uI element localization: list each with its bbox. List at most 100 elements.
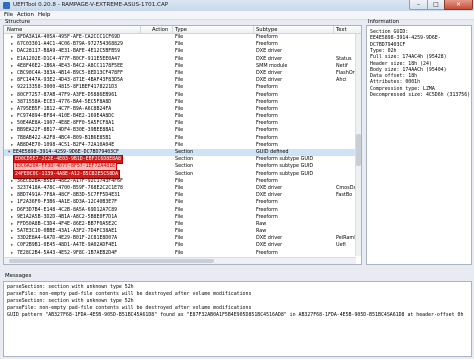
menu-help[interactable]: Help	[38, 12, 50, 18]
expand-arrow-icon[interactable]: ▸	[11, 214, 13, 221]
expand-arrow-icon[interactable]: ▸	[11, 242, 13, 249]
tree-row[interactable]: ▸24FE0C0C-1139-4A8E-A12-B5CB2E5C58DASect…	[4, 169, 361, 179]
row-type: File	[175, 34, 184, 40]
row-text: Netif	[336, 62, 348, 69]
expand-arrow-icon[interactable]: ▸	[11, 185, 13, 192]
message-line: parseFile: non-empty pad-file contents w…	[7, 305, 252, 311]
tree-row[interactable]: ▸ FC974894-BF84-410E-B4E2-169E4A8DC File Fr…	[4, 113, 361, 120]
expand-arrow-icon[interactable]: ▸	[11, 77, 13, 84]
tree-row[interactable]: ▸ 50E4AE8A-1907-4E8E-8FF0-5A5FCF8A1 File Fr…	[4, 120, 361, 127]
expand-arrow-icon[interactable]: ▸	[11, 106, 13, 113]
expand-arrow-icon[interactable]: ▾	[8, 149, 10, 156]
close-button[interactable]: ✕	[444, 0, 473, 10]
maximize-button[interactable]: □	[427, 0, 445, 10]
row-type: File	[175, 134, 184, 141]
expand-arrow-icon[interactable]: ▸	[11, 135, 13, 142]
expand-arrow-icon[interactable]: ▸	[11, 84, 13, 91]
row-subtype: DXE driver	[256, 55, 283, 62]
tree-row[interactable]: ▸ DAC28117-B8A9-4E31-BAFE-4E12C5BFB59 File…	[4, 48, 361, 55]
tree-row[interactable]: ▸ E1A1202E-D1C4-477F-B0CF-911E5EE0A47 File…	[4, 56, 361, 63]
expand-arrow-icon[interactable]: ▸	[11, 235, 13, 242]
expand-arrow-icon[interactable]: ▸	[11, 178, 13, 185]
tree-row[interactable]: ▸ BB9EA22F-8B17-4DF4-B30E-39BEE8BA1 File Fr…	[4, 127, 361, 134]
tree-row[interactable]: ▸ 4E8F46E2-1B6A-4E43-B4C2-A8CC1178F5EE Fil…	[4, 63, 361, 70]
tree-row[interactable]: ▸ 7E28C2B4-5A43-4E52-9F8C-1B7AEB2D4F File F…	[4, 250, 361, 257]
expand-arrow-icon[interactable]: ▸	[11, 228, 13, 235]
expand-arrow-icon[interactable]: ▸	[11, 207, 13, 214]
tree-row[interactable]: ▸ 33D2E8A4-6A7D-4E29-B01F-2C81E8D07A File D…	[4, 235, 361, 242]
tree-row[interactable]: ▸ 8FDA3A1A-405A-495F-AFE-CA2CCC1CF69D File…	[4, 34, 361, 41]
expand-arrow-icon[interactable]: ▸	[11, 113, 13, 120]
tree-row[interactable]: ▸13C6A20A-FF3D-4D77-8F57-1EF72A481ESecti…	[4, 162, 361, 172]
row-type: File	[175, 120, 184, 127]
column-subtype[interactable]: Subtype	[256, 27, 277, 33]
column-type[interactable]: Type	[175, 27, 187, 33]
column-action[interactable]: Action	[152, 27, 168, 33]
tree-row[interactable]: ▸ 3237418A-478C-4700-B59F-768E2C2C1E78 Fil…	[4, 185, 361, 192]
row-text: FlashOr	[336, 69, 355, 76]
structure-tree[interactable]: Name Action Type Subtype Text ▸ 8FDA3A1A-…	[3, 25, 362, 265]
menu-action[interactable]: Action	[17, 12, 34, 18]
row-name: 13C6A20A-FF3D-4D77-8F57-1EF72A481E	[12, 162, 118, 172]
expand-arrow-icon[interactable]: ▸	[11, 221, 13, 228]
minimize-button[interactable]: –	[409, 0, 428, 10]
row-name: 3871558A-ECE3-4776-BA4-5EC5F8A8D	[17, 98, 112, 105]
row-text: Ahci	[336, 77, 347, 84]
row-type: File	[175, 41, 184, 48]
messages-panel[interactable]: parseSection: section with unknown type …	[3, 281, 472, 357]
tree-row[interactable]: ▸ CBC90C4A-383A-4B14-B9C5-8ED13CF478FF Fil…	[4, 70, 361, 77]
tree-row[interactable]: ▸ 3871558A-ECE3-4776-BA4-5EC5F8A8D File Fre…	[4, 99, 361, 106]
tree-row[interactable]: ▸ 8FC1447A-93E2-4D43-871E-4BAF43F83D5A Fil…	[4, 77, 361, 84]
row-type: File	[175, 48, 184, 55]
expand-arrow-icon[interactable]: ▸	[11, 99, 13, 106]
tree-row[interactable]: ▸ 67C03301-A4C1-4C06-B79A-972754368829 Fil…	[4, 41, 361, 48]
row-name: 80CF7257-87AB-47F9-A3FE-D5886EB961	[17, 91, 118, 98]
scroll-thumb[interactable]	[9, 259, 214, 263]
row-type: File	[175, 77, 184, 84]
tree-row[interactable]: ▸ 92213358-3000-4815-8F1BEF4178221D3 File F…	[4, 84, 361, 91]
tree-row[interactable]: ▸ AB8D4E70-1098-4C51-B2F4-72A10A04E File Fr…	[4, 142, 361, 149]
expand-arrow-icon[interactable]: ▸	[11, 70, 13, 77]
tree-row[interactable]: ▸ FFD50A8B-C3D4-4F4E-86E2-BB7F0A5E2C File R…	[4, 221, 361, 228]
menu-file[interactable]: File	[4, 12, 13, 18]
expand-arrow-icon[interactable]: ▸	[11, 199, 13, 206]
tree-row[interactable]: ▸ 7B8AB422-A2F8-4BC4-B09-B1B6E85B1 File Fre…	[4, 135, 361, 142]
expand-arrow-icon[interactable]: ▸	[11, 127, 13, 134]
tree-row[interactable]: ▸ 8BD7491A-7F8A-48CF-8B3D-5C7FF5D4E31 File…	[4, 192, 361, 199]
expand-arrow-icon[interactable]: ▸	[11, 56, 13, 63]
expand-arrow-icon[interactable]: ▸	[11, 142, 13, 149]
tree-row[interactable]: ▾ EE4E5898-3914-4259-9D6E-DC7BD79403CF Sec…	[4, 149, 361, 157]
row-type: File	[175, 177, 184, 184]
scroll-thumb[interactable]	[356, 134, 361, 166]
expand-arrow-icon[interactable]: ▸	[11, 120, 13, 127]
tree-row[interactable]: ▸ D6F3D7B4-E148-4C2B-8A5A-69D12A7C89 File F…	[4, 207, 361, 214]
row-name: 1F2A36F0-F3B6-4A1E-8D3A-12C40B3E7F	[17, 199, 118, 206]
column-name[interactable]: Name	[7, 27, 22, 33]
tree-row[interactable]: ▸ED0CD5E7-2C2E-4E03-9B1D-EBF2C6D8E8A8Sec…	[4, 155, 361, 165]
tree-row[interactable]: ▸ A795EB5F-1B12-4C7F-B9A-A6C8B24FA File Fre…	[4, 106, 361, 113]
tree-row[interactable]: ▸ 9E1A2A5B-3D2D-4B1A-A8C2-5B8E0F7D1A File F…	[4, 214, 361, 221]
tree-row[interactable]: ▸ 5A7E3C10-0BBE-43A1-A3F2-7D4FC38AE1 File R…	[4, 228, 361, 235]
row-subtype: Freeform	[256, 199, 278, 206]
tree-vertical-scrollbar[interactable]	[355, 34, 361, 256]
tree-row[interactable]: ▸ 1F2A36F0-F3B6-4A1E-8D3A-12C40B3E7F File F…	[4, 199, 361, 206]
tree-row[interactable]: ▸ 80CF7257-87AB-47F9-A3FE-D5886EB961 File F…	[4, 92, 361, 99]
tree-row[interactable]: ▸ C0F2B9B1-0E45-48D1-A47E-9A02ADF4E1 File D…	[4, 242, 361, 249]
expand-arrow-icon[interactable]: ▸	[11, 92, 13, 99]
row-subtype: DXE driver	[256, 69, 283, 76]
expand-arrow-icon[interactable]: ▸	[11, 41, 13, 48]
expand-arrow-icon[interactable]: ▸	[11, 192, 13, 199]
tree-horizontal-scrollbar[interactable]	[4, 257, 356, 264]
row-name: D6F3D7B4-E148-4C2B-8A5A-69D12A7C89	[17, 206, 118, 213]
expand-arrow-icon[interactable]: ▸	[11, 48, 13, 55]
tree-row[interactable]: ▸ 36EC82BA-B5E9-48E2-A17F-92C1743F4F6F Fil…	[4, 178, 361, 185]
row-name: FFD50A8B-C3D4-4F4E-86E2-BB7F0A5E2C	[17, 220, 118, 227]
expand-arrow-icon[interactable]: ▸	[11, 63, 13, 70]
message-line: parseSection: section with unknown type …	[7, 298, 134, 304]
row-text: FastBo	[336, 192, 353, 199]
expand-arrow-icon[interactable]: ▸	[11, 34, 13, 41]
row-subtype: Freeform	[256, 120, 278, 127]
expand-arrow-icon[interactable]: ▸	[11, 250, 13, 257]
column-text[interactable]: Text	[336, 27, 347, 33]
row-type: File	[175, 98, 184, 105]
